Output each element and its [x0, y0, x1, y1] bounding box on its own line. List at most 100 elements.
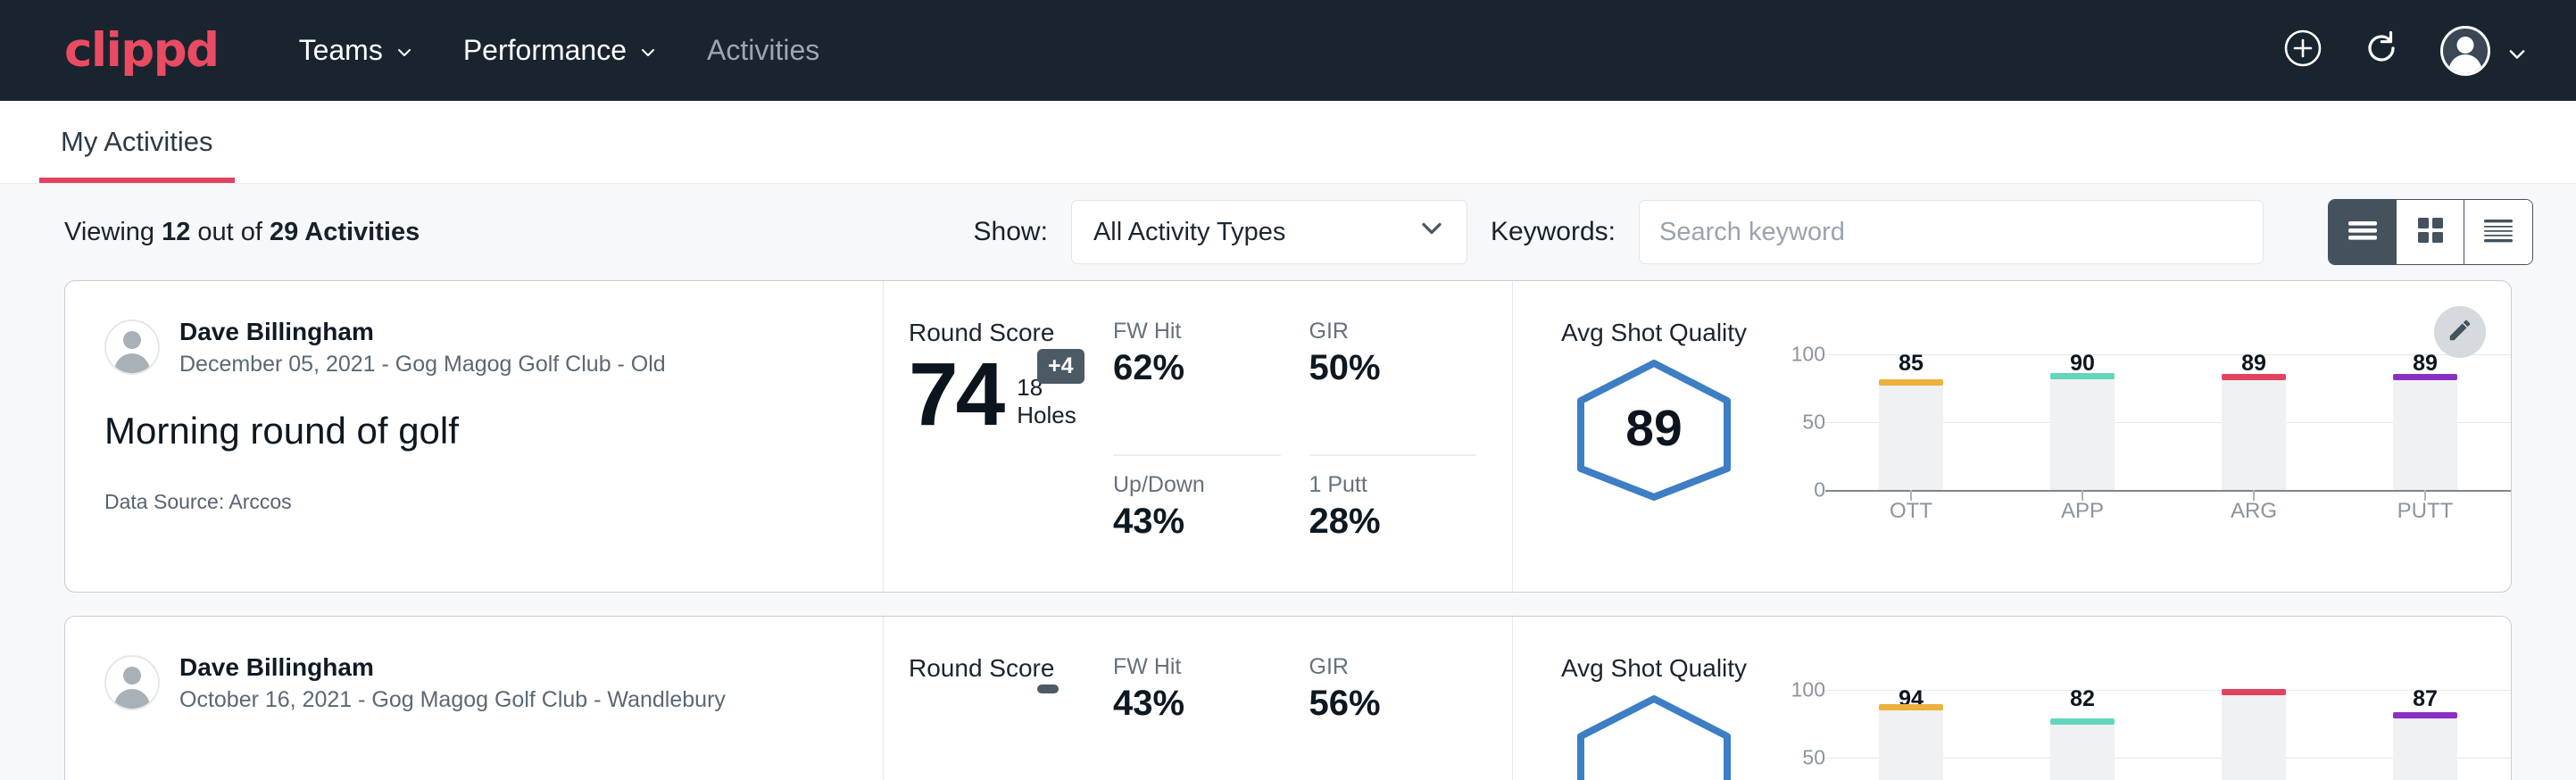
bar-rect: [2393, 717, 2457, 780]
viewing-mid: out of: [190, 218, 270, 246]
filter-toolbar: Viewing 12 out of 29 Activities Show: Al…: [0, 184, 2576, 280]
nav-right-actions: [2283, 26, 2524, 76]
round-score-label: Round Score: [909, 319, 1093, 347]
bar-value-label: 87: [2413, 686, 2438, 712]
tab-my-activities[interactable]: My Activities: [39, 126, 235, 183]
chart-plot-area: 94 82 106 8: [1825, 690, 2511, 780]
stat-value: 56%: [1309, 684, 1477, 724]
bar-arg: 106: [2168, 690, 2339, 780]
activity-owner: Dave Billingham December 05, 2021 - Gog …: [104, 317, 843, 378]
round-score-column: Round Score: [884, 617, 1093, 780]
stat-value: 43%: [1113, 684, 1281, 724]
chevron-down-icon: [1418, 215, 1445, 249]
stat-fw-hit: FW Hit 43%: [1113, 654, 1281, 780]
y-tick-100: 100: [1791, 343, 1825, 367]
bar-value-label: 85: [1899, 351, 1924, 377]
quality-hexagon: 89: [1561, 354, 1747, 510]
activity-summary-column: Dave Billingham October 16, 2021 - Gog M…: [65, 617, 884, 780]
app-logo[interactable]: clippd: [64, 23, 219, 78]
view-mode-toggle-group: [2328, 199, 2533, 265]
activity-data-source: Data Source: Arccos: [104, 490, 843, 514]
x-label: ARG: [2168, 499, 2339, 524]
bar-value-label: 89: [2413, 351, 2438, 377]
stat-one-putt: 1 Putt 28%: [1309, 456, 1477, 592]
bar-value-label: 89: [2241, 351, 2266, 377]
stat-label: FW Hit: [1113, 319, 1281, 344]
bar-rect: [2222, 693, 2286, 780]
activity-summary-column: Dave Billingham December 05, 2021 - Gog …: [65, 281, 884, 592]
bar-ott: 85: [1825, 354, 1997, 490]
nav-item-activities-label: Activities: [707, 34, 819, 67]
stat-label: 1 Putt: [1309, 472, 1477, 498]
view-toggle-grid[interactable]: [2397, 200, 2464, 264]
activity-stats-grid: FW Hit 62% GIR 50% Up/Down 43% 1 Putt 28…: [1093, 281, 1513, 592]
chart-y-axis: 100 50 0: [1770, 354, 1825, 490]
activity-owner: Dave Billingham October 16, 2021 - Gog M…: [104, 652, 843, 713]
top-navigation-bar: clippd Teams Performance Activities: [0, 0, 2576, 101]
stat-value: 43%: [1113, 502, 1281, 542]
y-tick-50: 50: [1802, 746, 1825, 770]
stat-fw-hit: FW Hit 62%: [1113, 319, 1281, 456]
search-input[interactable]: [1659, 218, 2243, 247]
stat-value: 28%: [1309, 502, 1477, 542]
bar-rect: [2222, 378, 2286, 490]
round-score-value: 74: [909, 353, 1002, 437]
round-score-column: Round Score 74 +4 18 Holes: [884, 281, 1093, 592]
viewing-total: 29 Activities: [270, 218, 420, 246]
stat-label: Up/Down: [1113, 472, 1281, 498]
pencil-icon: [2447, 317, 2473, 348]
activity-type-select[interactable]: All Activity Types: [1071, 200, 1467, 264]
stat-gir: GIR 50%: [1309, 319, 1477, 456]
stat-gir: GIR 56%: [1309, 654, 1477, 780]
x-label: PUTT: [2339, 499, 2511, 524]
bar-rect: [2393, 378, 2457, 490]
keyword-search-box[interactable]: [1639, 200, 2264, 264]
chart-bars: 85 90 89 89: [1825, 354, 2511, 490]
nav-item-performance[interactable]: Performance: [463, 34, 657, 67]
chevron-down-icon: [2506, 44, 2524, 62]
add-button[interactable]: [2283, 29, 2323, 72]
nav-item-teams-label: Teams: [299, 34, 383, 67]
bar-putt: 87: [2339, 690, 2511, 780]
activity-card[interactable]: Dave Billingham December 05, 2021 - Gog …: [64, 280, 2512, 593]
bar-value-label: 82: [2070, 686, 2095, 712]
main-nav-items: Teams Performance Activities: [299, 34, 820, 67]
bar-rect: [1879, 384, 1943, 490]
score-to-par-badge: [1037, 685, 1059, 693]
chart-x-labels: OTT APP ARG PUTT: [1825, 499, 2511, 524]
edit-activity-button[interactable]: [2434, 306, 2486, 358]
chevron-down-icon: [395, 44, 413, 62]
view-toggle-list[interactable]: [2329, 200, 2397, 264]
quality-hexagon: [1561, 690, 1747, 780]
account-menu-button[interactable]: [2440, 26, 2524, 76]
refresh-icon: [2362, 29, 2401, 72]
bar-rect: [1879, 709, 1943, 780]
avg-shot-quality-label: Avg Shot Quality: [1561, 319, 2511, 347]
refresh-button[interactable]: [2362, 29, 2401, 72]
avg-shot-quality-column: Avg Shot Quality 89 100 50 0: [1513, 281, 2511, 592]
bar-app: 82: [1997, 690, 2168, 780]
x-label: OTT: [1825, 499, 1997, 524]
page-tab-bar: My Activities: [0, 101, 2576, 184]
chart-y-axis: 100 50 0: [1770, 690, 1825, 780]
nav-item-teams[interactable]: Teams: [299, 34, 413, 67]
nav-item-performance-label: Performance: [463, 34, 627, 67]
activity-title: Morning round of golf: [104, 410, 843, 452]
stat-up-down: Up/Down 43%: [1113, 456, 1281, 592]
plus-circle-icon: [2283, 29, 2323, 72]
grid-view-icon: [2414, 214, 2447, 251]
round-score-label: Round Score: [909, 654, 1093, 683]
owner-name: Dave Billingham: [179, 652, 726, 683]
activity-type-value: All Activity Types: [1093, 218, 1285, 247]
bar-ott: 94: [1825, 690, 1997, 780]
activity-date-course: October 16, 2021 - Gog Magog Golf Club -…: [179, 687, 726, 713]
bar-app: 90: [1997, 354, 2168, 490]
avg-shot-quality-column: Avg Shot Quality 100 50 0: [1513, 617, 2511, 780]
owner-name: Dave Billingham: [179, 317, 666, 347]
nav-item-activities[interactable]: Activities: [707, 34, 819, 67]
viewing-count-text: Viewing 12 out of 29 Activities: [64, 218, 420, 247]
bar-putt: 89: [2339, 354, 2511, 490]
activity-card[interactable]: Dave Billingham October 16, 2021 - Gog M…: [64, 616, 2512, 780]
activity-stats-grid: FW Hit 43% GIR 56%: [1093, 617, 1513, 780]
view-toggle-compact[interactable]: [2464, 200, 2532, 264]
